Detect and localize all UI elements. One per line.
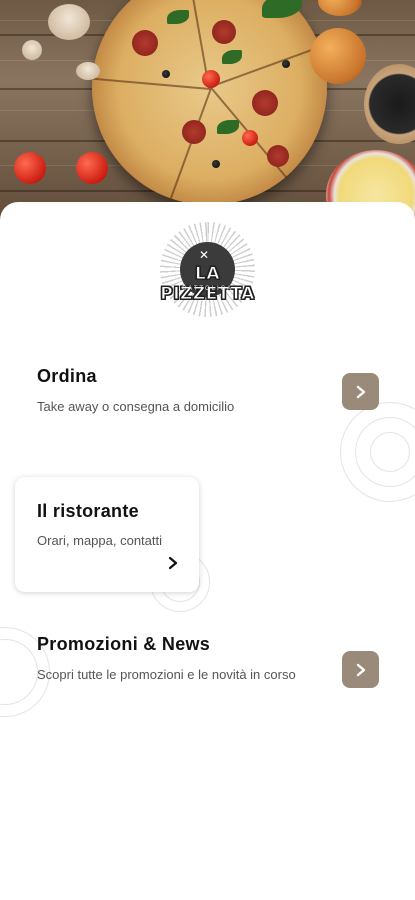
menu-item-description: Take away o consegna a domicilio [37, 399, 235, 414]
hero-image [0, 0, 415, 230]
ordina-arrow-button[interactable] [342, 373, 379, 410]
decorative-ring [370, 432, 410, 472]
logo-tagline: CATTOLICA [181, 286, 234, 292]
promozioni-arrow-button[interactable] [342, 651, 379, 688]
logo-name: LA PIZZETTA [160, 264, 255, 305]
chevron-right-icon[interactable] [167, 556, 179, 570]
menu-item-promozioni[interactable]: Promozioni & News Scopri tutte le promoz… [0, 630, 415, 720]
menu-item-description: Scopri tutte le promozioni e le novità i… [37, 667, 296, 682]
pizza-image [89, 0, 327, 205]
chevron-right-icon [356, 385, 365, 398]
menu-item-ordina[interactable]: Ordina Take away o consegna a domicilio [0, 362, 415, 432]
chevron-right-icon [356, 663, 365, 676]
fork-knife-icon: ✕ [199, 248, 210, 262]
logo: ✕ LA PIZZETTA CATTOLICA [150, 220, 265, 318]
menu-item-title: Il ristorante [37, 501, 139, 521]
content-sheet: ✕ LA PIZZETTA CATTOLICA Ordina Take away… [0, 202, 415, 900]
menu-item-title: Promozioni & News [37, 634, 211, 654]
menu-item-description: Orari, mappa, contatti [37, 533, 162, 548]
menu-item-ristorante[interactable]: Il ristorante Orari, mappa, contatti [15, 477, 199, 592]
menu-item-title: Ordina [37, 366, 97, 386]
